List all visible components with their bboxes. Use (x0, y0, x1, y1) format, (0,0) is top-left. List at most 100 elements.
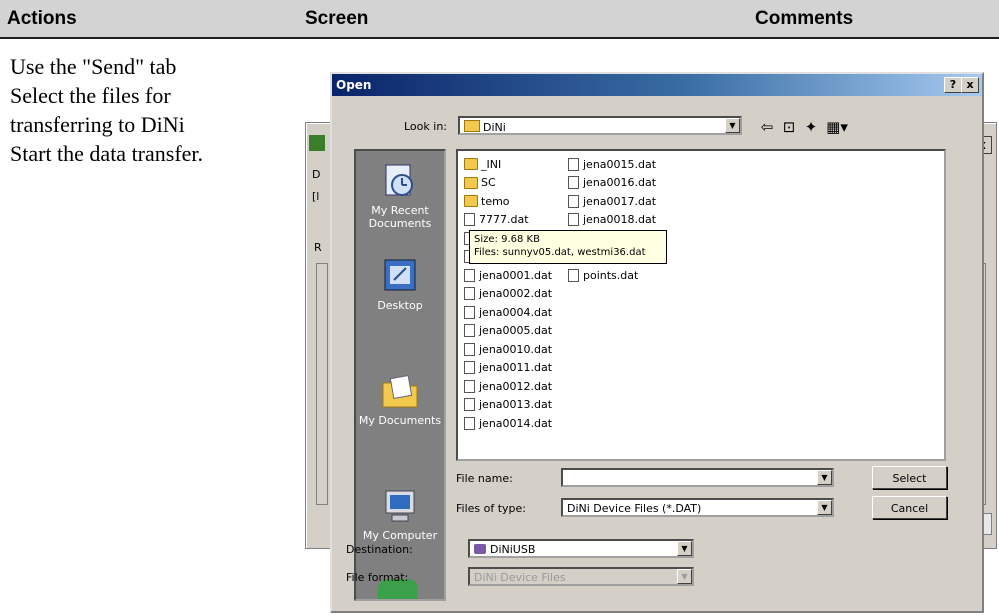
background-panel-left (316, 263, 328, 505)
file-item[interactable]: jena0017.dat (568, 192, 656, 210)
actions-column: Use the "Send" tab Select the files for … (10, 52, 203, 168)
file-item[interactable]: jena0002.dat (464, 285, 552, 303)
file-icon (464, 361, 475, 374)
file-item[interactable]: jena0016.dat (568, 174, 656, 192)
new-folder-icon[interactable]: ✦ (801, 118, 821, 136)
item-label: jena0017.dat (583, 194, 657, 208)
place-desktop[interactable]: Desktop (356, 256, 444, 312)
app-icon (309, 135, 325, 151)
folder-item[interactable]: temo (464, 192, 510, 210)
up-folder-icon[interactable]: ⊡ (779, 118, 799, 136)
files-of-type-label: Files of type: (456, 502, 527, 515)
item-label: jena0018.dat (583, 213, 657, 226)
file-tooltip: Size: 9.68 KB Files: sunnyv05.dat, westm… (469, 230, 667, 264)
view-menu-icon[interactable]: ▦▾ (823, 118, 851, 136)
file-item[interactable]: jena0011.dat (464, 359, 552, 377)
place-label: My Computer (362, 529, 438, 542)
file-name-input[interactable]: ▼ (561, 468, 834, 487)
item-label: points.dat (583, 268, 639, 282)
file-icon (464, 416, 475, 430)
action-line: Select the files for (10, 83, 171, 108)
look-in-value: DiNi (483, 121, 506, 134)
folder-icon (464, 176, 478, 189)
file-format-label: File format: (346, 571, 409, 584)
files-of-type-value: DiNi Device Files (*.DAT) (567, 502, 702, 515)
item-label: jena0011.dat (479, 361, 553, 374)
look-in-label: Look in: (404, 120, 447, 133)
chevron-down-icon[interactable]: ▼ (817, 500, 832, 515)
file-icon (568, 157, 579, 171)
my-computer-icon (385, 490, 415, 522)
chevron-down-icon[interactable]: ▼ (725, 118, 740, 133)
file-name-label: File name: (456, 472, 513, 485)
file-item[interactable]: jena0015.dat (568, 155, 656, 173)
cancel-button[interactable]: Cancel (872, 496, 947, 519)
look-in-dropdown[interactable]: DiNi ▼ (458, 116, 742, 135)
table-header: Actions Screen Comments (0, 0, 999, 39)
place-my-computer[interactable]: My Computer (356, 486, 444, 542)
folder-item[interactable]: _INI (464, 155, 501, 173)
file-icon (464, 398, 475, 411)
file-item[interactable]: 7777.dat (464, 211, 529, 229)
file-list[interactable]: _INI SC temo 7777.dat jena0001.dat jena0002.d… (456, 149, 946, 461)
file-item[interactable]: jena0001.dat (464, 266, 552, 284)
file-icon (568, 213, 579, 226)
destination-label: Destination: (346, 543, 413, 556)
file-format-value: DiNi Device Files (474, 571, 566, 584)
file-icon (568, 194, 579, 208)
my-documents-icon (382, 375, 418, 408)
folder-icon (464, 158, 478, 170)
action-line: Start the data transfer. (10, 141, 204, 166)
destination-dropdown[interactable]: DiNiUSB ▼ (468, 539, 694, 558)
file-item[interactable]: jena0018.dat (568, 211, 656, 229)
background-field-fragment: [l (312, 190, 320, 203)
open-dialog: Open ? x Look in: DiNi ▼ ⇦ ⊡ ✦ ▦▾ My Rec… (330, 72, 984, 613)
file-item[interactable]: jena0004.dat (464, 303, 552, 321)
file-item[interactable]: jena0013.dat (464, 396, 552, 414)
place-my-documents[interactable]: My Documents (356, 371, 444, 427)
folder-icon (464, 195, 478, 207)
file-item[interactable]: jena0005.dat (464, 322, 552, 340)
item-label: jena0015.dat (583, 157, 657, 171)
file-icon (464, 342, 475, 356)
place-label: Desktop (377, 299, 423, 312)
item-label: jena0001.dat (479, 268, 553, 282)
usb-device-icon (474, 544, 486, 554)
item-label: 7777.dat (479, 213, 529, 226)
desktop-icon (384, 259, 416, 291)
file-item[interactable]: jena0014.dat (464, 414, 552, 432)
file-icon (568, 176, 579, 189)
header-comments: Comments (755, 8, 854, 29)
file-icon (464, 305, 475, 319)
item-label: jena0012.dat (479, 379, 553, 393)
file-icon (568, 268, 579, 282)
file-format-dropdown[interactable]: DiNi Device Files ▼ (468, 567, 694, 586)
action-line: transferring to DiNi (10, 112, 185, 137)
dialog-title-bar: Open ? x (332, 74, 982, 96)
select-button[interactable]: Select (872, 466, 947, 489)
places-bar: My Recent Documents Desktop My Documents (354, 149, 446, 601)
background-label-fragment: D (312, 168, 321, 181)
item-label: jena0016.dat (583, 176, 657, 189)
place-label: My Recent Documents (368, 204, 432, 230)
place-my-recent-documents[interactable]: My Recent Documents (356, 161, 444, 230)
item-label: jena0005.dat (479, 324, 553, 337)
item-label: jena0013.dat (479, 398, 553, 411)
file-item[interactable]: jena0012.dat (464, 377, 552, 395)
help-button[interactable]: ? (944, 77, 962, 93)
file-item[interactable]: points.dat (568, 266, 638, 284)
close-button[interactable]: x (961, 77, 979, 93)
item-label: SC (481, 176, 496, 189)
file-item[interactable]: jena0010.dat (464, 340, 552, 358)
file-icon (464, 379, 475, 393)
dialog-title: Open (336, 78, 372, 92)
back-icon[interactable]: ⇦ (757, 118, 777, 136)
header-actions: Actions (7, 8, 77, 29)
chevron-down-icon: ▼ (677, 569, 692, 584)
folder-item[interactable]: SC (464, 174, 496, 192)
files-of-type-dropdown[interactable]: DiNi Device Files (*.DAT) ▼ (561, 498, 834, 517)
chevron-down-icon[interactable]: ▼ (817, 470, 832, 485)
item-label: jena0014.dat (479, 416, 553, 430)
tooltip-files: Files: sunnyv05.dat, westmi36.dat (474, 247, 646, 258)
chevron-down-icon[interactable]: ▼ (677, 541, 692, 556)
